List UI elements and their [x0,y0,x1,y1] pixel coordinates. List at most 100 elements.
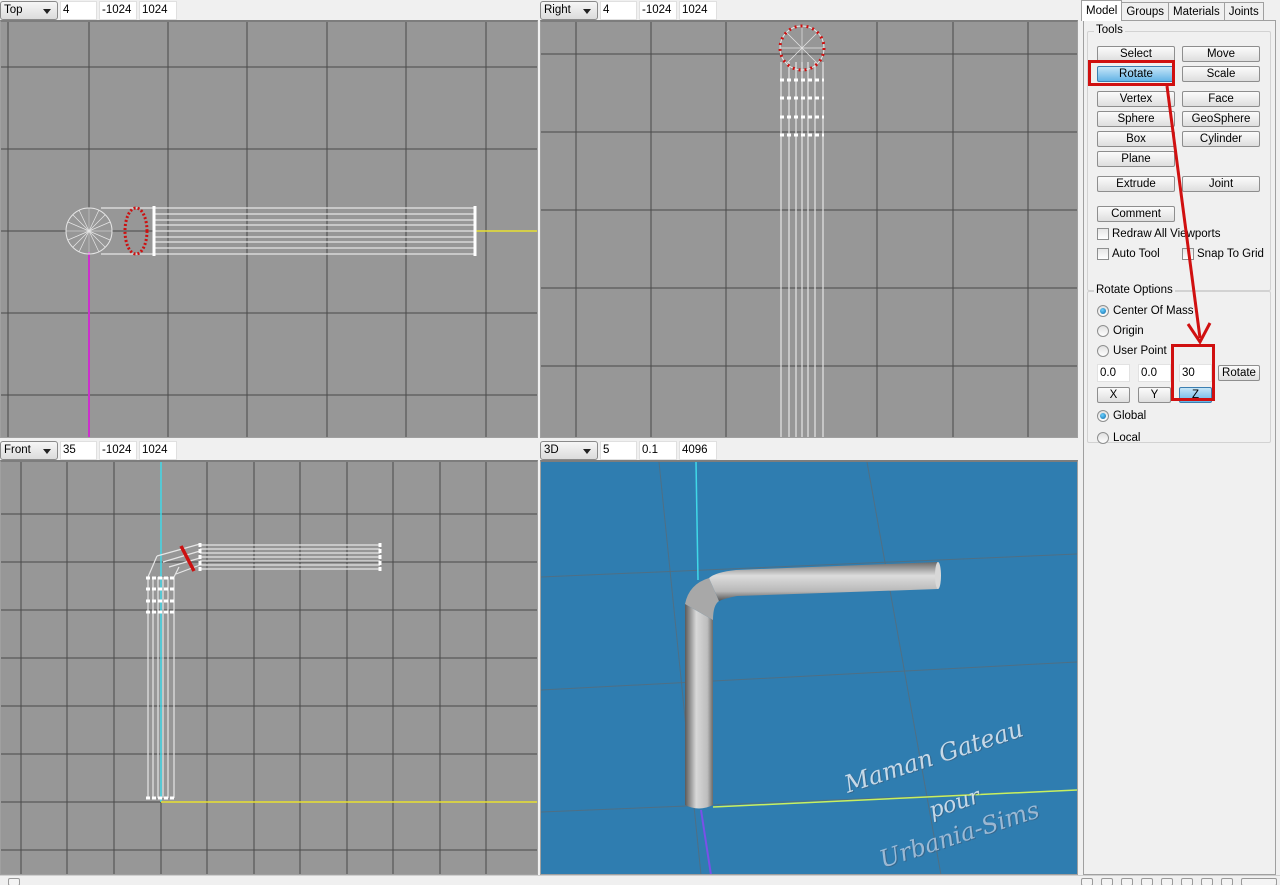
viewport-toolbar: Right 4 -1024 1024 [540,0,717,20]
vertex-button[interactable]: Vertex [1097,91,1175,107]
status-bar-button[interactable] [1201,878,1213,885]
status-bar-button[interactable] [8,878,20,885]
axis-x-button[interactable]: X [1097,387,1130,403]
max-field[interactable]: 1024 [139,0,177,20]
grid-size-field[interactable]: 35 [60,440,97,460]
sphere-button[interactable]: Sphere [1097,111,1175,127]
joint-button[interactable]: Joint [1182,176,1260,192]
radio-dot [1097,432,1109,444]
field-of-view-field[interactable]: 5 [600,440,637,460]
view-select-label: Top [4,4,23,16]
min-field[interactable]: -1024 [99,440,137,460]
panel-tabs: Model Groups Materials Joints [1081,0,1264,21]
local-label: Local [1113,432,1141,444]
grid-size-field[interactable]: 4 [60,0,97,20]
viewport-canvas[interactable] [0,20,538,438]
front-view-svg [1,462,537,874]
min-field[interactable]: -1024 [99,0,137,20]
right-view-svg [541,22,1077,437]
status-bar [0,875,1280,885]
status-bar-wide-button[interactable] [1241,878,1277,885]
status-bar-button[interactable] [1141,878,1153,885]
origin-radio[interactable]: Origin [1097,325,1144,337]
view-select[interactable]: Front [0,440,58,460]
near-clip-field[interactable]: 0.1 [639,440,677,460]
viewport-top: Top 4 -1024 1024 [0,0,540,438]
snap-to-grid-checkbox[interactable]: Snap To Grid [1182,248,1264,260]
grid-size-field[interactable]: 4 [600,0,637,20]
rotate-y-input[interactable]: 0.0 [1138,364,1171,382]
apply-rotate-button[interactable]: Rotate [1218,365,1260,381]
viewport-canvas[interactable] [0,460,538,875]
modeler-window: Top 4 -1024 1024 Right 4 -1024 1024 Fron… [0,0,1280,885]
radio-dot [1097,345,1109,357]
tab-materials[interactable]: Materials [1168,2,1225,20]
checkbox-box [1182,248,1194,260]
tools-group-title: Tools [1094,24,1125,36]
min-field[interactable]: -1024 [639,0,677,20]
tab-joints[interactable]: Joints [1223,2,1264,20]
geosphere-button[interactable]: GeoSphere [1182,111,1260,127]
view-select[interactable]: 3D [540,440,598,460]
cylinder-button[interactable]: Cylinder [1182,131,1260,147]
viewport-canvas[interactable]: Maman Gateau pour Urbania-Sims [540,460,1078,875]
user-point-radio[interactable]: User Point [1097,345,1167,357]
checkbox-box [1097,228,1109,240]
scale-button[interactable]: Scale [1182,66,1260,82]
status-bar-button[interactable] [1121,878,1133,885]
viewport-right: Right 4 -1024 1024 [540,0,1080,438]
checkbox-box [1097,248,1109,260]
viewport-toolbar: Front 35 -1024 1024 [0,440,177,460]
redraw-all-viewports-checkbox[interactable]: Redraw All Viewports [1097,228,1220,240]
viewport-canvas[interactable] [540,20,1078,438]
view-select-label: 3D [544,444,559,456]
move-button[interactable]: Move [1182,46,1260,62]
rotate-button[interactable]: Rotate [1097,66,1175,82]
auto-tool-label: Auto Tool [1112,248,1160,260]
global-radio[interactable]: Global [1097,410,1146,422]
axis-y-button[interactable]: Y [1138,387,1171,403]
status-bar-button[interactable] [1221,878,1233,885]
box-button[interactable]: Box [1097,131,1175,147]
origin-label: Origin [1113,325,1144,337]
view-select[interactable]: Top [0,0,58,20]
max-field[interactable]: 1024 [139,440,177,460]
global-label: Global [1113,410,1147,422]
status-bar-button[interactable] [1161,878,1173,885]
status-bar-button[interactable] [1181,878,1193,885]
rotate-options-title: Rotate Options [1094,284,1175,296]
tab-model[interactable]: Model [1081,0,1123,21]
tab-groups[interactable]: Groups [1121,2,1170,20]
chevron-down-icon [43,448,51,454]
redraw-all-viewports-label: Redraw All Viewports [1112,228,1221,240]
center-of-mass-label: Center Of Mass [1113,305,1194,317]
select-button[interactable]: Select [1097,46,1175,62]
view-select-label: Right [544,4,571,16]
center-of-mass-radio[interactable]: Center Of Mass [1097,305,1194,317]
status-bar-button[interactable] [1081,878,1093,885]
viewport-3d: 3D 5 0.1 4096 Maman Gateau pour Urbania-… [540,440,1080,875]
axis-z-button[interactable]: Z [1179,387,1212,403]
face-button[interactable]: Face [1182,91,1260,107]
far-clip-field[interactable]: 4096 [679,440,717,460]
snap-to-grid-label: Snap To Grid [1197,248,1264,260]
radio-dot [1097,305,1109,317]
auto-tool-checkbox[interactable]: Auto Tool [1097,248,1160,260]
rotate-x-input[interactable]: 0.0 [1097,364,1130,382]
viewport-front: Front 35 -1024 1024 [0,440,540,875]
status-bar-button[interactable] [1101,878,1113,885]
chevron-down-icon [43,8,51,14]
local-radio[interactable]: Local [1097,432,1141,444]
extrude-button[interactable]: Extrude [1097,176,1175,192]
view-select[interactable]: Right [540,0,598,20]
rotate-z-input[interactable]: 30 [1179,364,1212,382]
radio-dot [1097,410,1109,422]
rotate-options-group: Rotate Options Center Of Mass Origin Use… [1087,284,1271,444]
side-panel: Model Groups Materials Joints Tools Sele… [1081,0,1280,875]
viewport-toolbar: Top 4 -1024 1024 [0,0,177,20]
plane-button[interactable]: Plane [1097,151,1175,167]
comment-button[interactable]: Comment [1097,206,1175,222]
radio-dot [1097,325,1109,337]
max-field[interactable]: 1024 [679,0,717,20]
viewport-toolbar: 3D 5 0.1 4096 [540,440,717,460]
